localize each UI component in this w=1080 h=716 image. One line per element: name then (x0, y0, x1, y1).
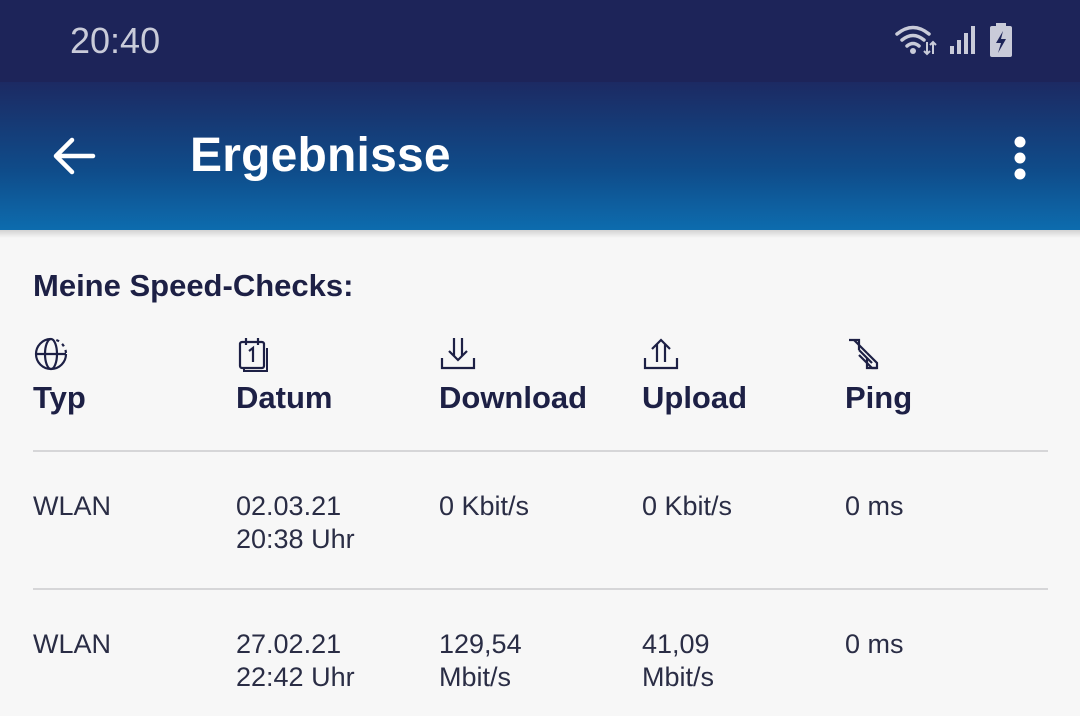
calendar-icon (236, 336, 332, 372)
column-label-datum: Datum (236, 380, 333, 415)
wifi-icon (894, 23, 938, 62)
cell-upload: 41,09 Mbit/s (642, 628, 714, 694)
cell-datum: 02.03.21 20:38 Uhr (236, 490, 355, 556)
ping-icon (845, 336, 912, 372)
section-title: Meine Speed-Checks: (33, 268, 354, 303)
back-button[interactable] (46, 130, 102, 186)
table-row[interactable]: WLAN 02.03.21 20:38 Uhr 0 Kbit/s 0 Kbit/… (0, 452, 1080, 572)
cell-datum-time: 20:38 Uhr (236, 524, 355, 554)
app-bar-shadow (0, 230, 1080, 238)
column-label-upload: Upload (642, 380, 748, 415)
battery-charging-icon (988, 22, 1014, 63)
page-title: Ergebnisse (190, 129, 451, 182)
table-row[interactable]: WLAN 27.02.21 22:42 Uhr 129,54 Mbit/s 41… (0, 590, 1080, 710)
cell-datum-time: 22:42 Uhr (236, 662, 355, 692)
cell-typ: WLAN (33, 629, 112, 659)
status-time: 20:40 (70, 20, 161, 61)
cell-ping: 0 ms (845, 629, 904, 659)
status-icons (894, 22, 1014, 62)
column-header-ping: Ping (845, 336, 912, 416)
cell-download-value: 129,54 (439, 629, 522, 659)
cell-upload: 0 Kbit/s (642, 490, 732, 523)
cell-upload-value: 41,09 (642, 629, 710, 659)
column-label-ping: Ping (845, 380, 913, 415)
cell-download: 0 Kbit/s (439, 490, 529, 523)
column-header-datum: Datum (236, 336, 332, 416)
cell-datum: 27.02.21 22:42 Uhr (236, 628, 355, 694)
more-vertical-icon (1014, 136, 1026, 185)
cell-download: 129,54 Mbit/s (439, 628, 522, 694)
download-icon (439, 336, 587, 372)
column-label-typ: Typ (33, 380, 86, 415)
cellular-signal-icon (948, 25, 978, 60)
column-header-download: Download (439, 336, 587, 416)
arrow-left-icon (51, 136, 97, 181)
column-header-typ: Typ (33, 336, 86, 416)
more-options-button[interactable] (998, 132, 1042, 188)
cell-download-value: 0 Kbit/s (439, 491, 530, 521)
cell-datum-date: 27.02.21 (236, 629, 342, 659)
cell-ping: 0 ms (845, 491, 904, 521)
upload-icon (642, 336, 747, 372)
cell-upload-unit: Mbit/s (642, 662, 715, 692)
column-label-download: Download (439, 380, 588, 415)
app-bar: Ergebnisse (0, 82, 1080, 230)
cell-typ: WLAN (33, 491, 112, 521)
status-bar: 20:40 (0, 0, 1080, 82)
column-header-upload: Upload (642, 336, 747, 416)
cell-datum-date: 02.03.21 (236, 491, 342, 521)
cell-upload-value: 0 Kbit/s (642, 491, 733, 521)
globe-icon (33, 336, 86, 372)
cell-download-unit: Mbit/s (439, 662, 512, 692)
